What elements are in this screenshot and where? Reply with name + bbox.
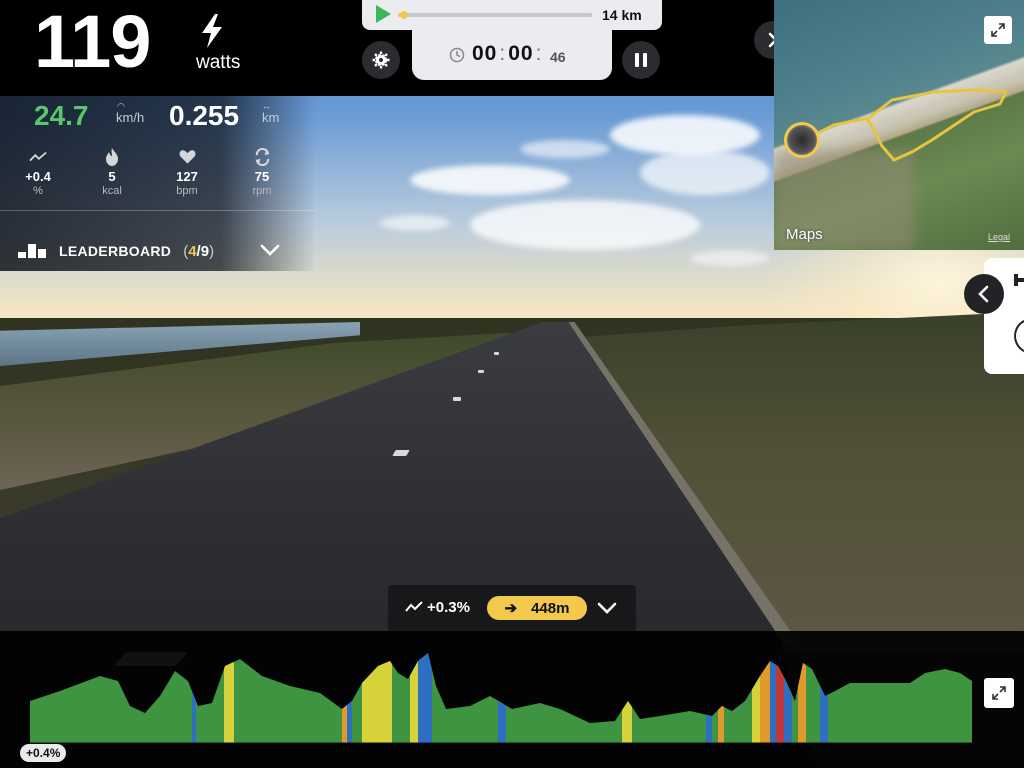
power-value: 119 [34,0,151,83]
segment-slope: +0.3% [427,599,470,616]
bolt-icon [202,14,222,48]
elevation-climb-segment [776,653,784,743]
slope-icon [405,601,423,612]
flame-icon [106,148,118,166]
route-length: 14 km [602,7,642,23]
expand-icon [992,686,1006,700]
cloud [410,165,570,195]
cloud [470,200,700,250]
metric-unit: bpm [176,185,198,197]
chevron-left-icon [978,285,989,303]
elevation-profile[interactable] [0,631,1024,768]
elapsed-seconds: 46 [550,49,566,65]
road-marking [453,397,461,401]
elevation-climb-segment [192,653,196,743]
maps-attribution: Maps [786,226,823,243]
metric-unit: % [33,185,43,197]
next-segment-distance: 448m [531,599,570,617]
expand-icon [991,23,1005,37]
heart-icon [179,150,195,164]
elevation-climb-segment [706,653,712,743]
settings-button[interactable] [362,41,400,79]
stats-divider [0,210,316,211]
elevation-climb-segment [418,653,432,743]
elevation-climb-segment [770,653,776,743]
leaderboard-rank: (4/9) [183,242,215,260]
elevation-climb-segment [622,653,632,743]
cycle-icon [255,148,269,166]
rider-avatar [784,122,820,158]
elevation-expand-button[interactable] [984,678,1014,708]
metric-value: 75 [254,169,270,184]
metric-value: +0.4 [25,169,51,184]
cloud [690,250,770,266]
dumbbell-icon [1014,274,1024,286]
map-legal-link[interactable]: Legal [988,232,1010,242]
clock-icon [449,47,465,63]
next-segment-badge: ➔ 448m [487,596,587,620]
speed-unit: km/h [116,110,145,125]
elevation-climb-segment [224,653,234,743]
road-marking [478,370,484,373]
current-gradient-badge: +0.4% [20,744,67,762]
arrow-right-icon: ➔ [504,600,518,617]
leaderboard-icon [18,244,50,258]
elevation-climb-segment [820,653,828,743]
cloud [640,150,770,195]
elevation-climb-segment [798,653,806,743]
chevron-down-icon[interactable] [596,599,618,617]
cloud [520,140,610,158]
gear-icon [372,51,390,69]
elevation-climb-segment [784,653,792,743]
speed-value: 24.7 [34,100,89,131]
pause-button[interactable] [622,41,660,79]
pause-icon [635,53,647,67]
elevation-climb-segment [718,653,724,743]
metric-value: 5 [108,169,116,184]
leaderboard-label: LEADERBOARD [59,243,172,259]
elevation-climb-segment [498,653,506,743]
start-flag-icon [376,5,391,23]
chevron-down-icon[interactable] [258,240,282,260]
rider-position-marker [399,11,408,19]
elevation-climb-segment [362,653,392,743]
route-progress-bar [398,11,592,19]
leaderboard-toggle[interactable]: LEADERBOARD (4/9) [18,238,214,264]
side-panel-toggle-button[interactable] [964,274,1004,314]
metric-heart-rate: 127 bpm [157,148,217,197]
metric-unit: rpm [252,185,272,197]
metric-value: 127 [176,169,198,184]
elevation-climb-segment [760,653,770,743]
metric-cadence: 75 rpm [232,148,292,197]
cloud [380,215,450,231]
power-unit: watts [196,52,241,73]
cloud [610,115,760,155]
elevation-climb-segment [347,653,352,743]
distance-unit: km [262,110,280,125]
elevation-climb-segment [410,653,418,743]
metric-unit: kcal [102,185,122,197]
map-expand-button[interactable] [984,16,1012,44]
metric-gradient: +0.4 % [8,148,68,197]
elevation-climb-segment [752,653,760,743]
elapsed-time: 00:00: [472,42,543,65]
metric-calories: 5 kcal [82,148,142,197]
elevation-climb-segment [342,653,347,743]
road-marking [494,352,499,355]
slope-icon [29,151,47,162]
distance-value: 0.255 [169,100,240,131]
